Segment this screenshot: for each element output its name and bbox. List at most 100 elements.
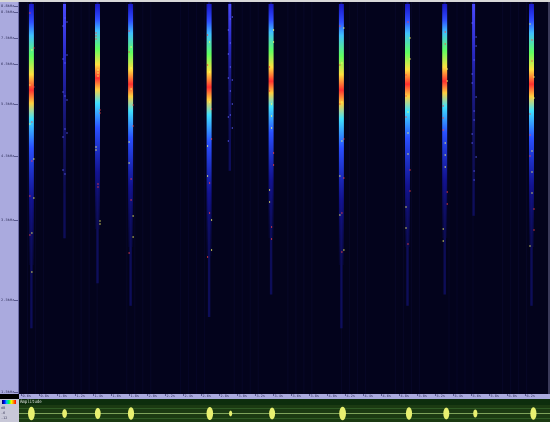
- call-speckle: [211, 219, 213, 221]
- frequency-axis: 8.8kHz 8.5kHz 7.5kHz 6.5kHz 5.5kHz 4.5kHz 3.5k…: [0, 2, 19, 394]
- call-speckle: [475, 96, 477, 98]
- call-speckle: [64, 128, 66, 130]
- call-speckle: [531, 192, 533, 194]
- call-speckle: [471, 82, 473, 84]
- call-speckle: [269, 66, 271, 68]
- noise-column: [150, 2, 152, 394]
- noise-column: [180, 2, 181, 394]
- call-speckle: [529, 23, 531, 25]
- waveform-burst: [473, 409, 478, 418]
- call-speckle: [97, 183, 99, 185]
- noise-column: [402, 2, 404, 394]
- call-speckle: [64, 62, 66, 64]
- call-streak: [95, 2, 101, 284]
- call-speckle: [62, 58, 64, 60]
- spectrogram-canvas: [19, 2, 535, 394]
- call-speckle: [207, 256, 209, 258]
- call-speckle: [227, 77, 229, 79]
- call-speckle: [95, 146, 97, 148]
- frequency-tick-label: 6.5kHz: [1, 62, 15, 66]
- call-speckle: [407, 111, 409, 113]
- call-speckle: [227, 116, 229, 118]
- call-speckle: [229, 18, 231, 20]
- call-speckle: [343, 27, 345, 29]
- call-speckle: [130, 88, 132, 90]
- call-speckle: [271, 127, 273, 129]
- noise-column: [303, 2, 305, 394]
- frequency-tick: [14, 6, 18, 7]
- call-speckle: [97, 72, 99, 74]
- call-speckle: [405, 95, 407, 97]
- amplitude-scale-label: -6: [1, 411, 6, 415]
- noise-column: [88, 2, 90, 394]
- noise-column: [249, 2, 251, 394]
- frequency-tick: [14, 64, 18, 65]
- call-speckle: [273, 41, 275, 43]
- call-streak: [206, 2, 213, 317]
- call-speckle: [471, 133, 473, 135]
- call-speckle: [211, 108, 213, 110]
- amplitude-panel[interactable]: [19, 405, 550, 422]
- frequency-tick-label: 1.5kHz: [1, 390, 15, 394]
- frequency-tick: [14, 12, 18, 13]
- call-streak: [338, 2, 345, 329]
- noise-column: [19, 2, 20, 394]
- waveform-burst: [206, 407, 214, 420]
- call-speckle: [33, 86, 35, 88]
- call-speckle: [231, 16, 233, 18]
- call-body: [338, 4, 344, 265]
- call-speckle: [442, 240, 444, 242]
- call-speckle: [341, 251, 343, 253]
- call-speckle: [207, 145, 209, 147]
- call-speckle: [207, 64, 209, 66]
- call-streak: [405, 2, 411, 306]
- call-speckle: [471, 73, 473, 75]
- call-speckle: [33, 47, 35, 49]
- call-speckle: [207, 175, 209, 177]
- call-speckle: [409, 190, 411, 192]
- call-speckle: [229, 90, 231, 92]
- call-speckle: [29, 195, 31, 197]
- call-speckle: [95, 32, 97, 34]
- call-speckle: [343, 138, 345, 140]
- call-streak: [62, 2, 68, 239]
- call-speckle: [209, 71, 211, 73]
- call-speckle: [531, 150, 533, 152]
- call-speckle: [271, 103, 273, 105]
- call-speckle: [128, 141, 130, 143]
- call-speckle: [209, 182, 211, 184]
- call-speckle: [339, 214, 341, 216]
- call-speckle: [128, 30, 130, 32]
- call-speckle: [211, 138, 213, 140]
- noise-column: [526, 2, 528, 394]
- call-speckle: [531, 171, 533, 173]
- call-speckle: [339, 175, 341, 177]
- call-speckle: [444, 154, 446, 156]
- call-speckle: [442, 117, 444, 119]
- call-speckle: [207, 34, 209, 36]
- call-speckle: [33, 158, 35, 160]
- noise-column: [241, 2, 243, 394]
- call-speckle: [442, 105, 444, 107]
- call-speckle: [31, 232, 33, 234]
- call-speckle: [475, 45, 477, 47]
- call-speckle: [31, 49, 33, 51]
- call-speckle: [229, 66, 231, 68]
- call-speckle: [446, 203, 448, 205]
- frequency-tick: [14, 38, 18, 39]
- call-speckle: [446, 191, 448, 193]
- noise-column: [80, 2, 82, 394]
- call-speckle: [273, 29, 275, 31]
- call-body: [63, 4, 66, 193]
- spectrogram-panel[interactable]: [19, 2, 548, 394]
- call-speckle: [66, 132, 68, 134]
- waveform-burst: [229, 410, 233, 417]
- noise-column: [394, 2, 396, 394]
- waveform-burst: [94, 407, 101, 420]
- call-speckle: [444, 43, 446, 45]
- noise-column: [196, 2, 197, 394]
- waveform-burst: [127, 407, 135, 420]
- call-speckle: [132, 125, 134, 127]
- noise-column: [357, 2, 358, 394]
- noise-column: [518, 2, 520, 394]
